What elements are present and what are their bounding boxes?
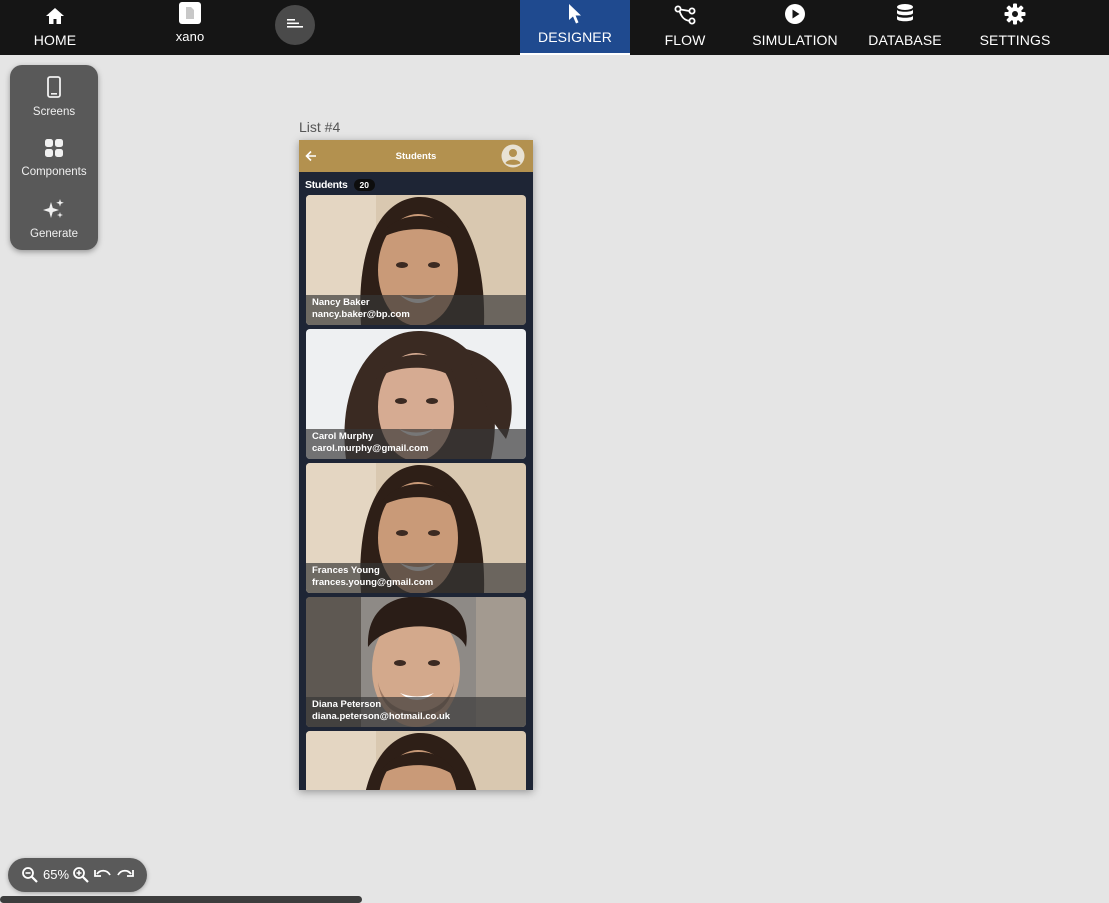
zoom-out-icon[interactable] bbox=[21, 866, 39, 889]
student-email: diana.peterson@hotmail.co.uk bbox=[312, 711, 451, 722]
undo-icon[interactable] bbox=[94, 868, 112, 887]
gear-icon bbox=[1004, 3, 1026, 25]
zoom-controls: 65% bbox=[8, 858, 147, 892]
database-icon bbox=[896, 3, 914, 25]
flow-icon bbox=[674, 3, 696, 25]
nav-settings[interactable]: SETTINGS bbox=[975, 0, 1055, 55]
nav-home[interactable]: HOME bbox=[20, 0, 90, 55]
redo-icon[interactable] bbox=[116, 868, 134, 887]
app-header-title: Students bbox=[395, 151, 437, 162]
student-card[interactable]: Carol Murphy carol.murphy@gmail.com bbox=[306, 329, 526, 459]
nav-simulation-label: SIMULATION bbox=[752, 32, 838, 48]
card-caption: Carol Murphy carol.murphy@gmail.com bbox=[306, 429, 526, 459]
nav-designer-label: DESIGNER bbox=[538, 29, 612, 45]
tool-screens[interactable]: Screens bbox=[10, 76, 98, 118]
project-file[interactable]: xano bbox=[160, 0, 220, 55]
nav-database-label: DATABASE bbox=[868, 32, 942, 48]
file-icon bbox=[178, 2, 202, 25]
tool-generate-label: Generate bbox=[30, 228, 78, 240]
student-email: nancy.baker@bp.com bbox=[312, 309, 410, 320]
nav-flow[interactable]: FLOW bbox=[645, 0, 725, 55]
student-email: carol.murphy@gmail.com bbox=[312, 443, 429, 454]
student-name: Nancy Baker bbox=[312, 297, 370, 308]
nav-settings-label: SETTINGS bbox=[979, 32, 1051, 48]
sparkle-icon bbox=[43, 198, 65, 225]
nav-flow-label: FLOW bbox=[664, 32, 706, 48]
student-card[interactable] bbox=[306, 731, 526, 790]
home-icon bbox=[45, 3, 65, 25]
nav-designer[interactable]: DESIGNER bbox=[520, 0, 630, 55]
nav-home-label: HOME bbox=[33, 32, 77, 48]
student-card[interactable]: Frances Young frances.young@gmail.com bbox=[306, 463, 526, 593]
student-name: Frances Young bbox=[312, 565, 380, 576]
horizontal-scrollbar[interactable] bbox=[0, 896, 362, 903]
list-title: Students bbox=[305, 179, 348, 191]
tool-panel: Screens Components Generate bbox=[10, 65, 98, 250]
student-name: Diana Peterson bbox=[312, 699, 382, 710]
tool-components-label: Components bbox=[21, 166, 87, 178]
components-icon bbox=[44, 138, 64, 163]
tool-screens-label: Screens bbox=[32, 106, 76, 118]
project-name: xano bbox=[175, 29, 205, 44]
student-name: Carol Murphy bbox=[312, 431, 374, 442]
menu-icon bbox=[286, 16, 304, 34]
play-circle-icon bbox=[784, 3, 806, 25]
app-header: Students bbox=[299, 140, 533, 172]
top-navigation-bar: HOME xano DESIGNER FLOW SIMULATION DATAB… bbox=[0, 0, 1109, 55]
zoom-level: 65% bbox=[43, 867, 70, 882]
nav-simulation[interactable]: SIMULATION bbox=[745, 0, 845, 55]
card-caption: Nancy Baker nancy.baker@bp.com bbox=[306, 295, 526, 325]
tool-generate[interactable]: Generate bbox=[10, 198, 98, 240]
menu-button[interactable] bbox=[275, 5, 315, 45]
phone-icon bbox=[47, 76, 61, 103]
device-preview[interactable]: Students Students 20 Nancy Baker nancy.b… bbox=[299, 140, 533, 790]
card-caption: Diana Peterson diana.peterson@hotmail.co… bbox=[306, 697, 526, 727]
student-card[interactable]: Diana Peterson diana.peterson@hotmail.co… bbox=[306, 597, 526, 727]
student-card[interactable]: Nancy Baker nancy.baker@bp.com bbox=[306, 195, 526, 325]
card-caption: Frances Young frances.young@gmail.com bbox=[306, 563, 526, 593]
screen-label[interactable]: List #4 bbox=[299, 119, 340, 135]
count-badge: 20 bbox=[353, 179, 375, 191]
tool-components[interactable]: Components bbox=[10, 138, 98, 178]
student-email: frances.young@gmail.com bbox=[312, 577, 434, 588]
zoom-in-icon[interactable] bbox=[72, 866, 90, 889]
cursor-icon bbox=[567, 3, 583, 25]
nav-database[interactable]: DATABASE bbox=[862, 0, 948, 55]
account-icon[interactable] bbox=[501, 144, 525, 173]
list-header: Students 20 bbox=[305, 179, 375, 191]
student-photo bbox=[306, 731, 526, 790]
